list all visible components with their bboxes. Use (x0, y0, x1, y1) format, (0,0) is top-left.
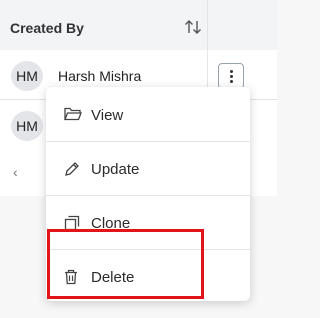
column-created-by[interactable]: Created By (0, 0, 208, 50)
creator-name: Harsh Mishra (58, 68, 142, 84)
divider (46, 195, 250, 196)
menu-item-view[interactable]: View (46, 89, 250, 142)
sort-icon[interactable] (184, 19, 202, 35)
table-header: Created By (0, 0, 277, 51)
row-actions-button[interactable] (218, 63, 244, 89)
menu-item-label: Delete (91, 269, 135, 286)
pencil-icon (65, 162, 79, 176)
clone-icon (64, 215, 80, 231)
row-actions-menu: View Update Clone Delete (46, 87, 250, 301)
folder-icon (64, 107, 82, 121)
menu-item-clone[interactable]: Clone (46, 197, 250, 250)
menu-item-label: Update (91, 161, 140, 178)
column-label: Created By (10, 20, 84, 36)
menu-item-delete[interactable]: Delete (46, 251, 250, 304)
previous-page-button[interactable]: ‹ (13, 164, 18, 180)
divider (46, 141, 250, 142)
menu-item-update[interactable]: Update (46, 143, 250, 196)
divider (46, 249, 250, 250)
avatar: HM (11, 111, 43, 141)
trash-icon (65, 269, 77, 285)
menu-item-label: Clone (91, 215, 131, 232)
avatar: HM (11, 61, 43, 91)
menu-item-label: View (91, 107, 124, 124)
